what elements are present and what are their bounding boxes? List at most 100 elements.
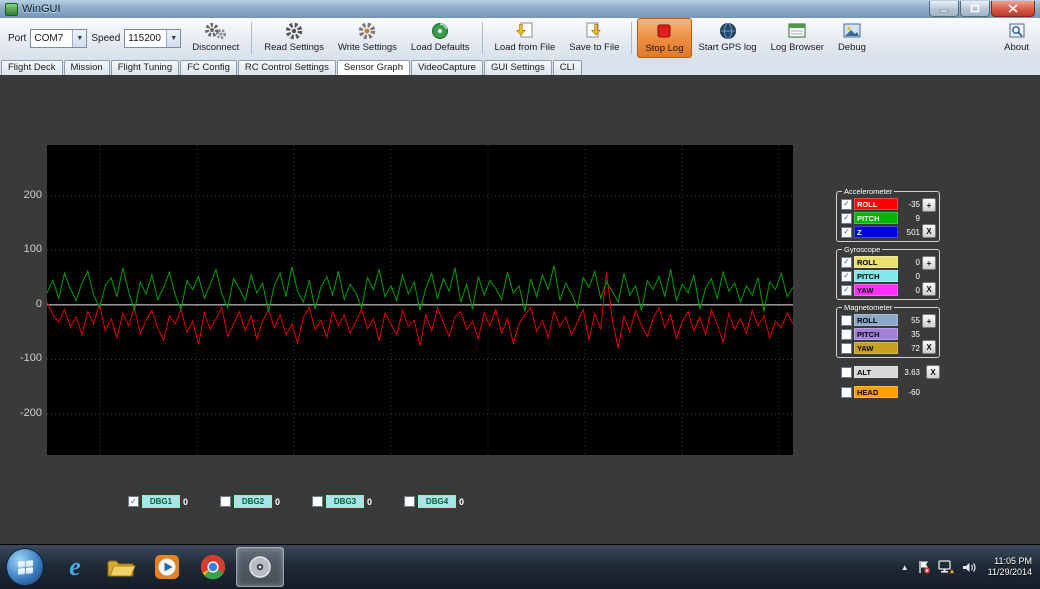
y-axis-tick-label: 200 <box>2 189 42 201</box>
gear-icon <box>358 20 376 42</box>
visibility-checkbox[interactable]: ✓ <box>841 285 852 296</box>
tab-mission[interactable]: Mission <box>64 60 110 75</box>
close-group-button[interactable]: X <box>922 282 936 296</box>
windows-logo-icon <box>18 560 33 575</box>
network-icon[interactable] <box>938 560 954 574</box>
chevron-down-icon: ▼ <box>166 30 180 47</box>
load-from-file-button[interactable]: Load from File <box>488 18 563 58</box>
write-settings-button[interactable]: Write Settings <box>331 18 404 58</box>
visibility-checkbox[interactable]: ✓ <box>841 257 852 268</box>
stop-log-button[interactable]: Stop Log <box>637 18 691 58</box>
visibility-checkbox[interactable] <box>841 315 852 326</box>
visibility-checkbox[interactable] <box>220 496 231 507</box>
series-value: 0 <box>900 258 920 267</box>
taskbar-item-chrome[interactable] <box>190 548 236 586</box>
tab-flight-tuning[interactable]: Flight Tuning <box>111 60 179 75</box>
scale-up-button[interactable]: + <box>922 314 936 328</box>
chevron-down-icon: ▼ <box>72 30 86 47</box>
visibility-checkbox[interactable]: ✓ <box>841 199 852 210</box>
tab-bar: Flight DeckMissionFlight TuningFC Config… <box>0 58 1040 76</box>
visibility-checkbox[interactable]: ✓ <box>841 213 852 224</box>
scale-up-button[interactable]: + <box>922 256 936 270</box>
speed-value: 115200 <box>128 33 161 44</box>
series-chip: HEAD <box>854 386 898 398</box>
legend-row-z: ✓Z501 <box>841 226 920 238</box>
taskbar-item-media-player[interactable] <box>144 548 190 586</box>
close-icon <box>1008 4 1018 13</box>
close-group-button[interactable]: X <box>922 224 936 238</box>
visibility-checkbox[interactable] <box>841 343 852 354</box>
window-title: WinGUI <box>22 3 61 15</box>
minimize-button[interactable] <box>929 1 959 17</box>
tab-sensor-graph[interactable]: Sensor Graph <box>337 60 410 76</box>
port-select[interactable]: COM7 ▼ <box>30 29 87 48</box>
close-group-button[interactable]: X <box>922 340 936 354</box>
load-defaults-button[interactable]: Load Defaults <box>404 18 477 58</box>
legend-row-yaw: YAW72 <box>841 342 920 354</box>
toolbar-separator <box>482 22 483 54</box>
log-browser-button[interactable]: Log Browser <box>764 18 831 58</box>
start-button[interactable] <box>6 548 44 586</box>
taskbar-item-explorer[interactable] <box>98 548 144 586</box>
maximize-button[interactable] <box>960 1 990 17</box>
debug-item-dbg4: DBG40 <box>404 495 464 508</box>
debug-item-dbg1: ✓DBG10 <box>128 495 188 508</box>
speed-select[interactable]: 115200 ▼ <box>124 29 181 48</box>
app-icon <box>5 3 18 16</box>
visibility-checkbox[interactable]: ✓ <box>841 271 852 282</box>
system-tray: ▲ 11:05 PM 11/29/2014 <box>901 556 1040 578</box>
visibility-checkbox[interactable]: ✓ <box>841 227 852 238</box>
visibility-checkbox[interactable] <box>312 496 323 507</box>
visibility-checkbox[interactable]: ✓ <box>128 496 139 507</box>
legend-group-gyroscope: Gyroscope✓ROLL0✓PITCH0✓YAW0+X <box>836 249 940 300</box>
read-settings-button[interactable]: Read Settings <box>257 18 331 58</box>
gear-icon <box>285 20 303 42</box>
series-value: 9 <box>900 214 920 223</box>
save-to-file-button[interactable]: Save to File <box>562 18 626 58</box>
tab-rc-control-settings[interactable]: RC Control Settings <box>238 60 336 75</box>
visibility-checkbox[interactable] <box>841 329 852 340</box>
tab-cli[interactable]: CLI <box>553 60 582 75</box>
toolbar: Port COM7 ▼ Speed 115200 ▼ Disconnect Re… <box>0 18 1040 59</box>
disconnect-button[interactable]: Disconnect <box>185 18 246 58</box>
debug-value: 0 <box>367 497 372 507</box>
visibility-checkbox[interactable] <box>841 367 852 378</box>
legend-row-roll: ROLL55 <box>841 314 920 326</box>
debug-chip: DBG1 <box>142 495 180 508</box>
series-chip: YAW <box>854 342 898 354</box>
legend-row-yaw: ✓YAW0 <box>841 284 920 296</box>
taskbar-clock[interactable]: 11:05 PM 11/29/2014 <box>984 556 1032 578</box>
about-button[interactable]: About <box>997 18 1036 58</box>
show-hidden-icons-button[interactable]: ▲ <box>901 563 909 572</box>
volume-icon[interactable] <box>962 561 976 574</box>
taskbar-item-active-app[interactable] <box>236 547 284 587</box>
legend-group-title: Gyroscope <box>842 245 882 254</box>
series-value: 55 <box>900 316 920 325</box>
debug-button[interactable]: Debug <box>831 18 873 58</box>
start-gps-log-button[interactable]: Start GPS log <box>692 18 764 58</box>
series-chip: ROLL <box>854 314 898 326</box>
legend-group-title: Accelerometer <box>842 187 894 196</box>
graph-canvas <box>47 145 793 455</box>
tab-flight-deck[interactable]: Flight Deck <box>1 60 63 75</box>
chrome-icon <box>200 554 226 580</box>
tab-videocapture[interactable]: VideoCapture <box>411 60 483 75</box>
folder-icon <box>106 555 136 579</box>
legend-row-alt: ALT3.63X <box>836 365 940 379</box>
series-chip: ROLL <box>854 256 898 268</box>
title-bar: WinGUI <box>0 0 1040 19</box>
visibility-checkbox[interactable] <box>404 496 415 507</box>
media-player-icon <box>154 554 180 580</box>
close-button[interactable] <box>991 1 1035 17</box>
tab-fc-config[interactable]: FC Config <box>180 60 237 75</box>
tab-gui-settings[interactable]: GUI Settings <box>484 60 552 75</box>
scale-up-button[interactable]: + <box>922 198 936 212</box>
visibility-checkbox[interactable] <box>841 387 852 398</box>
file-download-icon <box>515 20 535 42</box>
legend-row-pitch: ✓PITCH0 <box>841 270 920 282</box>
action-center-flag-icon[interactable] <box>917 560 930 574</box>
legend-group-accelerometer: Accelerometer✓ROLL-35✓PITCH9✓Z501+X <box>836 191 940 242</box>
info-icon <box>1008 20 1026 42</box>
close-group-button[interactable]: X <box>926 365 940 379</box>
taskbar-item-internet-explorer[interactable]: e <box>52 548 98 586</box>
